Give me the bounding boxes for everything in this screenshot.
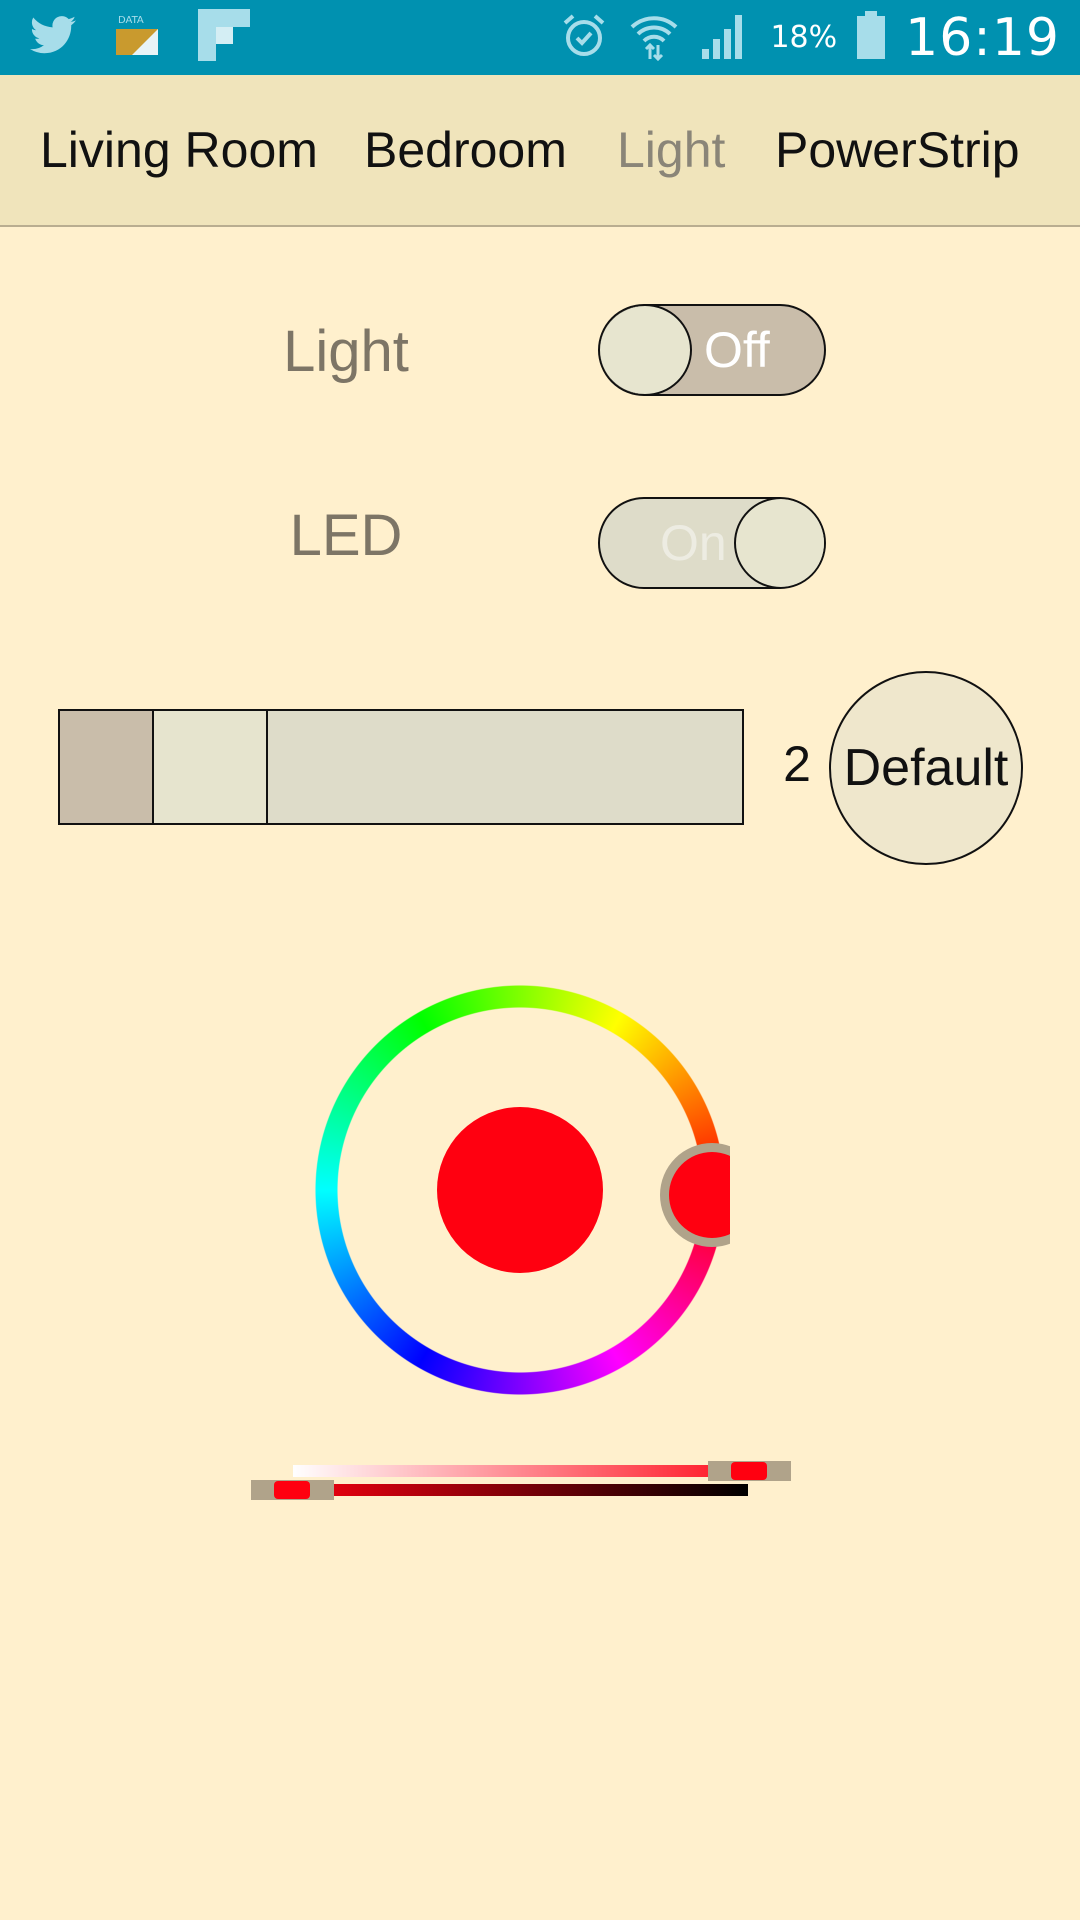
default-button[interactable]: Default	[829, 671, 1023, 865]
notification-icons: DATA	[30, 9, 250, 66]
led-label: LED	[289, 503, 403, 568]
tab-living-room[interactable]: Living Room	[40, 75, 318, 225]
saturation-handle[interactable]	[731, 1462, 767, 1480]
light-toggle[interactable]: Off	[598, 304, 826, 396]
led-toggle-text: On	[660, 515, 727, 571]
data-saver-icon: DATA	[114, 13, 160, 62]
led-toggle[interactable]: On	[598, 497, 826, 589]
brightness-slider[interactable]	[278, 1484, 748, 1496]
flipboard-icon	[198, 9, 250, 66]
signal-icon	[700, 11, 750, 64]
selected-color-preview[interactable]	[437, 1107, 603, 1273]
system-indicators: 18% 16:19	[560, 0, 1060, 75]
hue-ring[interactable]	[310, 980, 764, 1400]
segment-3[interactable]	[268, 711, 742, 823]
brightness-handle[interactable]	[274, 1481, 310, 1499]
status-bar: DATA 18% 16:19	[0, 0, 1080, 75]
segment-2[interactable]	[154, 711, 268, 823]
battery-percent: 18%	[770, 20, 838, 55]
segment-1[interactable]	[60, 711, 154, 823]
tab-bedroom[interactable]: Bedroom	[364, 75, 567, 225]
led-toggle-knob	[734, 499, 824, 587]
level-segment-slider[interactable]	[58, 709, 744, 825]
clock: 16:19	[905, 7, 1060, 68]
wifi-icon	[628, 9, 680, 66]
tab-light[interactable]: Light	[617, 75, 725, 225]
room-tab-bar: Living Room Bedroom Light PowerStrip	[0, 75, 1080, 227]
light-toggle-text: Off	[704, 322, 770, 378]
svg-text:DATA: DATA	[118, 15, 144, 26]
twitter-icon	[30, 15, 76, 60]
saturation-slider[interactable]	[293, 1465, 779, 1477]
alarm-icon	[560, 11, 608, 64]
color-picker[interactable]	[310, 980, 764, 1400]
light-label: Light	[283, 319, 409, 384]
tab-powerstrip[interactable]: PowerStrip	[775, 75, 1020, 225]
battery-icon	[857, 11, 886, 64]
light-toggle-knob	[600, 306, 692, 394]
segment-value: 2	[783, 736, 811, 792]
